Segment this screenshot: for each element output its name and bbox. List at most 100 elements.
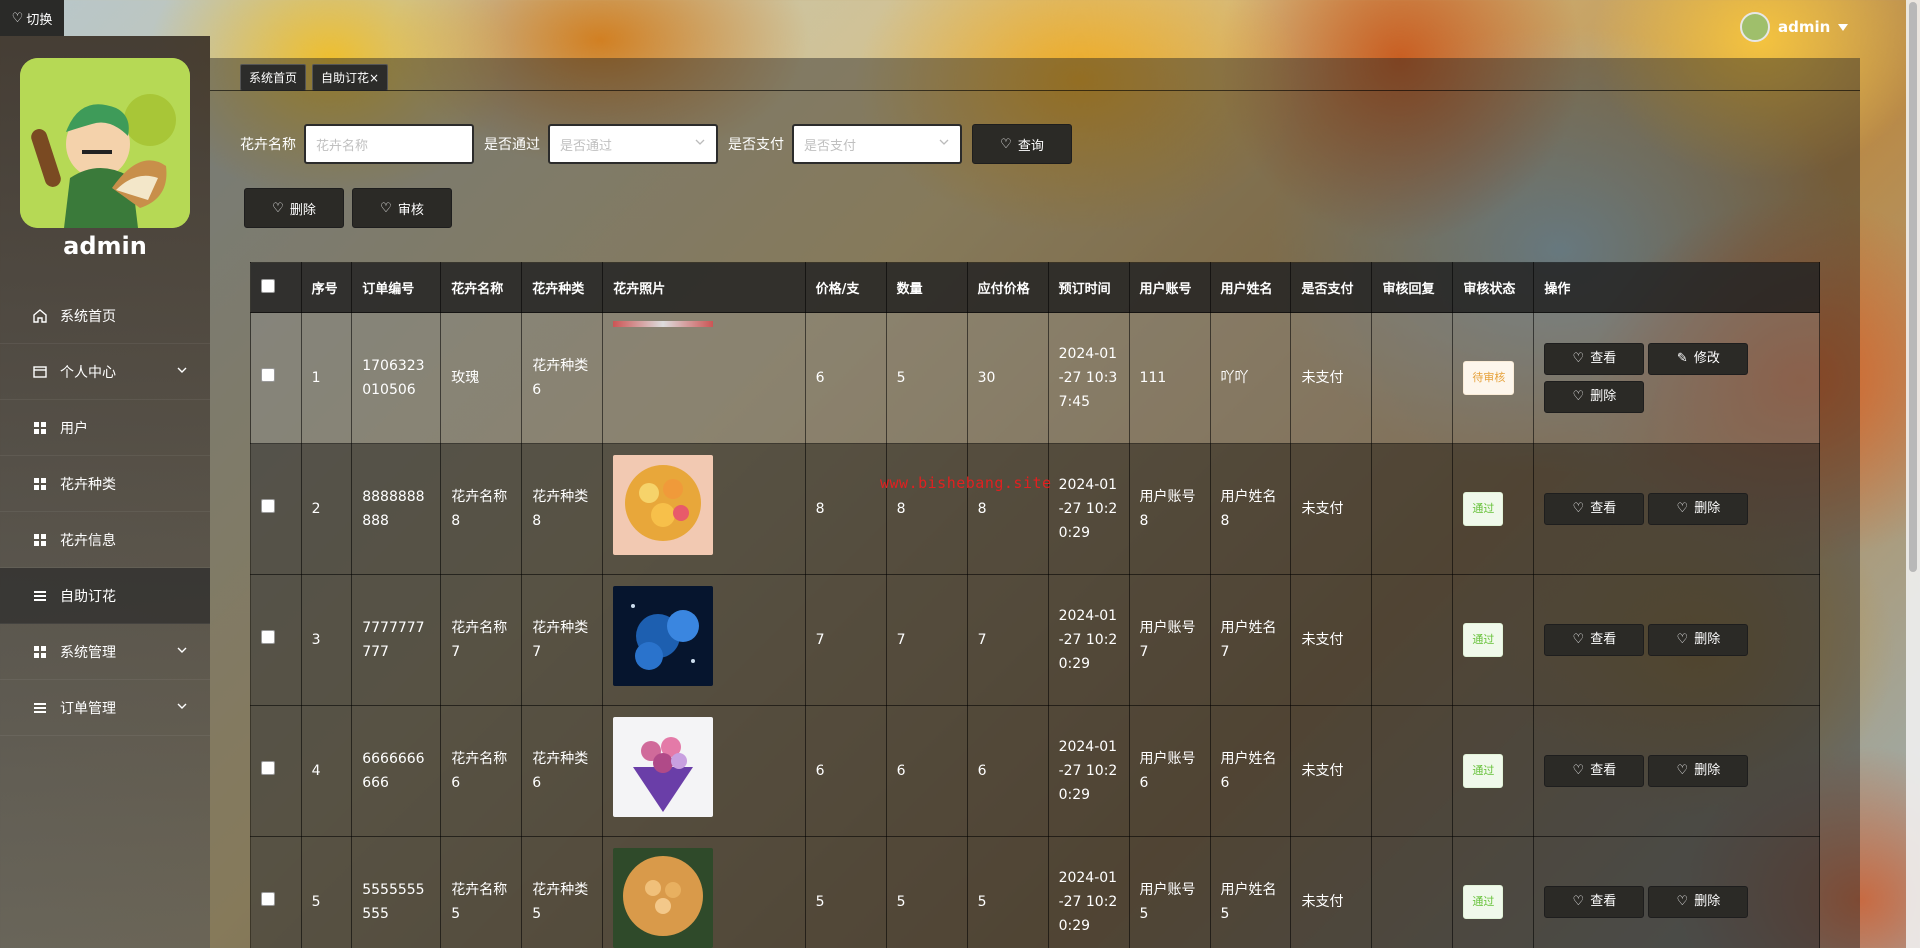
cell-paid: 未支付 <box>1290 574 1373 706</box>
chevron-down-icon <box>176 700 188 716</box>
tab-home[interactable]: 系统首页 <box>240 64 307 91</box>
sidebar-item-personal-center[interactable]: 个人中心 <box>0 344 210 400</box>
cell-flower-name: 花卉名称5 <box>440 836 523 948</box>
delete-label: 删除 <box>1694 501 1721 516</box>
flower-name-label: 花卉名称 <box>240 137 296 153</box>
cell-flower-kind: 花卉种类7 <box>521 574 604 706</box>
delete-button[interactable]: ♡ 删除 <box>1648 886 1749 918</box>
flower-photo <box>613 586 714 686</box>
cell-paid: 未支付 <box>1290 312 1373 444</box>
row-select-cell <box>250 312 302 444</box>
sidebar-item-home[interactable]: 系统首页 <box>0 288 210 344</box>
cell-total: 6 <box>966 705 1049 837</box>
audit-button[interactable]: ♡ 审核 <box>352 188 452 228</box>
sidebar-item-system-management[interactable]: 系统管理 <box>0 624 210 680</box>
sidebar-item-label: 系统首页 <box>60 308 116 325</box>
cell-price: 7 <box>804 574 887 706</box>
cell-photo <box>602 705 806 837</box>
cell-flower-kind: 花卉种类6 <box>521 312 604 444</box>
delete-button[interactable]: ♡ 删除 <box>1648 493 1749 525</box>
heart-icon: ♡ <box>1676 894 1689 909</box>
cell-status: 通过 <box>1452 705 1535 837</box>
cell-order-no: 6666666666 <box>351 705 442 837</box>
delete-button[interactable]: ♡ 删除 <box>1544 381 1645 413</box>
sidebar-item-label: 订单管理 <box>60 700 116 717</box>
query-button[interactable]: ♡ 查询 <box>972 124 1072 164</box>
scrollbar-thumb[interactable] <box>1909 2 1917 572</box>
breadcrumb: 系统首页 自助订花× <box>240 64 389 91</box>
column-header: 花卉照片 <box>602 262 806 313</box>
view-button[interactable]: ♡ 查看 <box>1544 624 1645 656</box>
cell-price: 6 <box>804 312 887 444</box>
column-header: 数量 <box>885 262 968 313</box>
heart-icon: ♡ <box>1572 501 1585 516</box>
sidebar-item-users[interactable]: 用户 <box>0 400 210 456</box>
cell-reply <box>1371 443 1454 575</box>
pen-icon: ✎ <box>1676 351 1688 366</box>
cell-status: 通过 <box>1452 836 1535 948</box>
switch-button[interactable]: ♡ 切换 <box>0 0 64 36</box>
chevron-down-icon <box>176 364 188 380</box>
cell-photo <box>602 443 806 575</box>
status-badge: 通过 <box>1463 885 1504 919</box>
cell-reply <box>1371 574 1454 706</box>
header-user-menu[interactable]: admin <box>1740 12 1849 42</box>
cell-qty: 6 <box>885 705 968 837</box>
paid-select[interactable]: 是否支付 <box>792 124 962 164</box>
edit-button[interactable]: ✎ 修改 <box>1648 343 1749 375</box>
sidebar-item-flower-kinds[interactable]: 花卉种类 <box>0 456 210 512</box>
column-header: 操作 <box>1533 262 1820 313</box>
sidebar-item-label: 花卉信息 <box>60 532 116 549</box>
row-select-cell <box>250 574 302 706</box>
paid-select-placeholder: 是否支付 <box>804 138 857 154</box>
column-header: 订单编号 <box>351 262 442 313</box>
select-all-checkbox[interactable] <box>261 278 275 293</box>
cell-index: 4 <box>300 705 353 837</box>
cell-order-no: 8888888888 <box>351 443 442 575</box>
delete-button[interactable]: ♡ 删除 <box>1648 624 1749 656</box>
view-button[interactable]: ♡ 查看 <box>1544 493 1645 525</box>
sidebar-username: admin <box>63 232 147 260</box>
sidebar-item-order-management[interactable]: 订单管理 <box>0 680 210 736</box>
cell-photo <box>602 574 806 706</box>
status-badge: 通过 <box>1463 623 1504 657</box>
row-checkbox[interactable] <box>261 499 275 513</box>
view-button[interactable]: ♡ 查看 <box>1544 755 1645 787</box>
list-icon <box>30 698 50 718</box>
sidebar-item-flower-info[interactable]: 花卉信息 <box>0 512 210 568</box>
table-row: 5 5555555555 花卉名称5 花卉种类5 5 5 5 2024-01-2… <box>250 836 1820 948</box>
cell-price: 5 <box>804 836 887 948</box>
sidebar-item-label: 系统管理 <box>60 644 116 661</box>
cell-index: 1 <box>300 312 353 444</box>
cell-index: 3 <box>300 574 353 706</box>
delete-label: 删除 <box>1590 389 1617 404</box>
delete-label: 删除 <box>1694 894 1721 909</box>
caret-down-icon <box>1838 18 1849 36</box>
tab-self-order[interactable]: 自助订花× <box>312 64 389 91</box>
photo-placeholder <box>613 321 714 327</box>
page-scrollbar[interactable] <box>1906 0 1920 948</box>
cell-time: 2024-01-27 10:37:45 <box>1047 312 1130 444</box>
view-button[interactable]: ♡ 查看 <box>1544 886 1645 918</box>
close-icon[interactable]: × <box>369 71 379 85</box>
heart-icon: ♡ <box>11 10 24 26</box>
table-row: 4 6666666666 花卉名称6 花卉种类6 6 6 6 2024-01-2… <box>250 705 1820 837</box>
cell-account: 用户账号7 <box>1128 574 1211 706</box>
row-checkbox[interactable] <box>261 630 275 644</box>
pass-select-placeholder: 是否通过 <box>560 138 613 154</box>
delete-label: 删除 <box>1694 763 1721 778</box>
view-button[interactable]: ♡ 查看 <box>1544 343 1645 375</box>
flower-name-input[interactable]: 花卉名称 <box>304 124 474 164</box>
cell-qty: 7 <box>885 574 968 706</box>
delete-button[interactable]: ♡ 删除 <box>1648 755 1749 787</box>
pass-select[interactable]: 是否通过 <box>548 124 718 164</box>
grid-icon <box>30 530 50 550</box>
row-checkbox[interactable] <box>261 761 275 775</box>
row-checkbox[interactable] <box>261 368 275 382</box>
row-checkbox[interactable] <box>261 892 275 906</box>
row-select-cell <box>250 443 302 575</box>
switch-label: 切换 <box>26 12 53 28</box>
batch-delete-button[interactable]: ♡ 删除 <box>244 188 344 228</box>
order-table: 序号 订单编号 花卉名称 花卉种类 花卉照片 价格/支 数量 应付价格 预订时间… <box>250 262 1820 948</box>
sidebar-item-self-order[interactable]: 自助订花 <box>0 568 210 624</box>
